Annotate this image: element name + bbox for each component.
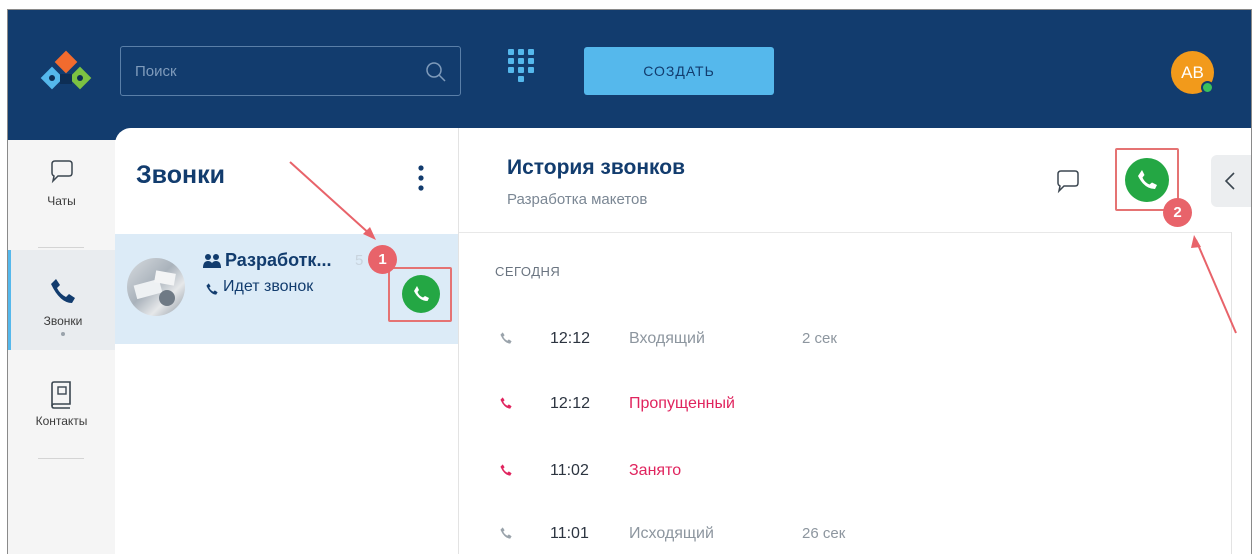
search-placeholder: Поиск: [135, 63, 177, 80]
sidebar-item-label: Звонки: [43, 314, 83, 328]
call-history-row[interactable]: 11:01 Исходящий 26 сек: [495, 520, 1195, 550]
sidebar-nav: Чаты Звонки Контакты: [8, 140, 115, 554]
sidebar-item-chats[interactable]: Чаты: [8, 158, 115, 250]
missed-call-icon: [500, 464, 512, 476]
unread-count: 5: [355, 252, 364, 269]
indicator-dot: [61, 332, 65, 336]
phone-icon: [500, 332, 512, 344]
annotation-highlight: [388, 267, 452, 322]
app-window: Поиск СОЗДАТЬ AB Чаты Звонки Контакты Зв…: [7, 9, 1252, 554]
call-type: Исходящий: [629, 525, 714, 542]
call-history-row[interactable]: 11:02 Занято: [495, 457, 1195, 487]
call-time: 11:01: [550, 525, 589, 542]
more-options-icon[interactable]: [415, 162, 427, 194]
panel-border: [1231, 232, 1232, 554]
create-button[interactable]: СОЗДАТЬ: [584, 47, 774, 95]
divider: [459, 232, 1231, 233]
online-status-indicator: [1201, 81, 1214, 94]
chat-thumbnail: [127, 258, 185, 316]
phone-icon: [500, 527, 512, 539]
annotation-badge-1: 1: [368, 245, 397, 274]
chat-bubble-icon: [50, 160, 73, 184]
contacts-book-icon: [50, 381, 71, 409]
top-bar: Поиск СОЗДАТЬ AB: [8, 10, 1251, 140]
sidebar-item-calls[interactable]: Звонки: [8, 250, 115, 350]
call-history-row[interactable]: 12:12 Пропущенный: [495, 390, 1195, 420]
divider: [38, 458, 84, 459]
call-history-panel: История звонков Разработка макетов СЕГОД…: [459, 128, 1251, 554]
call-type: Пропущенный: [629, 395, 735, 412]
group-icon: [203, 254, 221, 268]
dialpad-icon[interactable]: [508, 49, 534, 93]
phone-icon: [414, 286, 429, 301]
collapse-panel-button[interactable]: [1211, 155, 1251, 207]
call-time: 12:12: [550, 330, 591, 347]
sidebar-item-label: Контакты: [35, 414, 88, 428]
search-input[interactable]: Поиск: [120, 46, 461, 96]
sidebar-item-label: Чаты: [47, 194, 76, 208]
chevron-left-icon: [1224, 172, 1235, 190]
divider: [38, 247, 84, 248]
phone-icon: [1138, 170, 1157, 189]
chat-name: Разработк...: [225, 250, 332, 270]
phone-icon: [206, 283, 218, 295]
call-button[interactable]: [402, 275, 440, 313]
date-section-label: СЕГОДНЯ: [495, 264, 561, 279]
call-duration: 2 сек: [802, 330, 837, 347]
page-title: Звонки: [136, 161, 225, 189]
call-type: Входящий: [629, 330, 705, 347]
phone-icon: [51, 279, 75, 303]
call-button[interactable]: [1125, 158, 1169, 202]
annotation-badge-2: 2: [1163, 198, 1192, 227]
list-item[interactable]: Разработк... 5 Идет звонок: [115, 234, 458, 344]
app-logo-icon: [40, 50, 92, 90]
search-icon[interactable]: [424, 60, 448, 84]
chat-bubble-icon[interactable]: [1054, 168, 1082, 196]
call-time: 11:02: [550, 462, 589, 479]
call-history-row[interactable]: 12:12 Входящий 2 сек: [495, 325, 1195, 355]
history-subtitle: Разработка макетов: [507, 191, 648, 208]
call-status: Идет звонок: [223, 278, 314, 295]
missed-call-icon: [500, 397, 512, 409]
history-title: История звонков: [507, 156, 685, 179]
call-duration: 26 сек: [802, 525, 846, 542]
calls-list-panel: Звонки Разработк... 5 Идет звонок: [115, 128, 459, 554]
call-type: Занято: [629, 462, 682, 479]
call-time: 12:12: [550, 395, 591, 412]
